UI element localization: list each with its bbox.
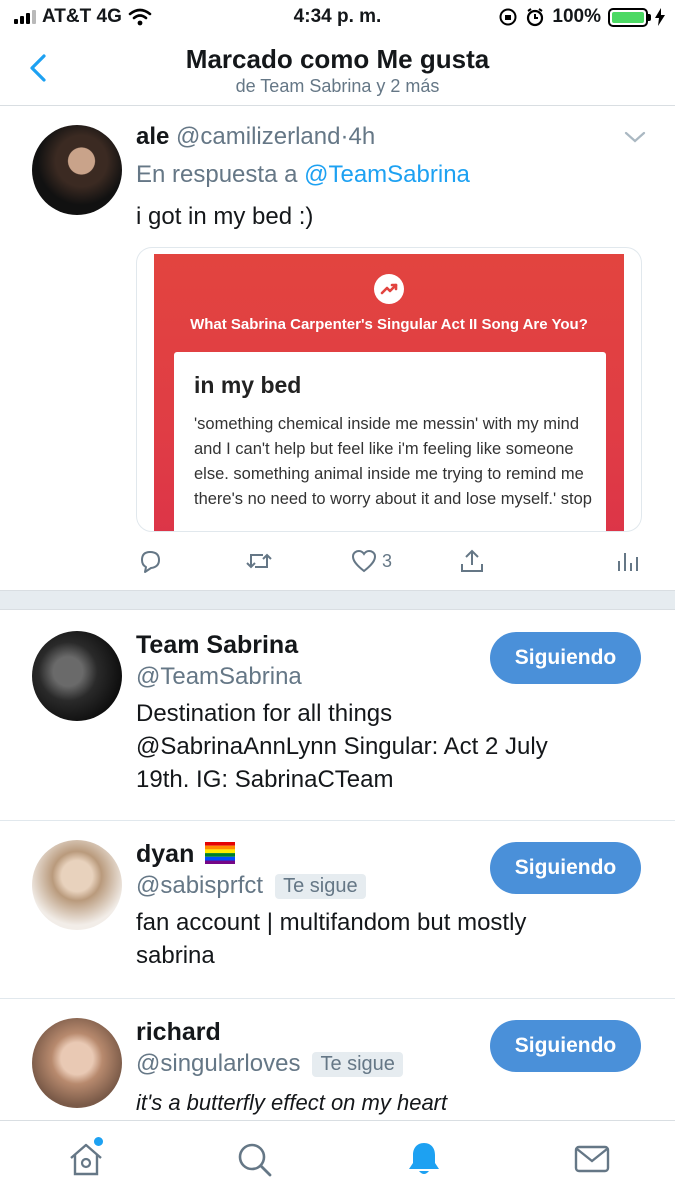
user-list-item[interactable]: Team Sabrina @TeamSabrina Destination fo… [0,611,675,821]
user-handle: @TeamSabrina [136,663,302,690]
following-button[interactable]: Siguiendo [490,632,641,684]
bio-line: 19th. IG: SabrinaCTeam [136,766,394,793]
like-count: 3 [382,550,393,571]
tweet-text: i got in my bed :) [136,203,314,230]
user-handle-line: @singularloves Te sigue [136,1050,403,1078]
tab-bar [0,1120,675,1200]
page-subtitle: de Team Sabrina y 2 más [235,76,440,96]
user-name-text: dyan [136,840,195,868]
tab-notifications[interactable] [404,1139,444,1179]
tweet-author-handle: @camilizerland [176,123,341,150]
retweet-icon [246,553,272,569]
section-divider [0,590,675,610]
user-list-item[interactable]: dyan @sabisprfct Te sigue fan account | … [0,822,675,999]
user-handle: @singularloves [136,1050,301,1077]
following-button[interactable]: Siguiendo [490,842,641,894]
battery-percent: 100% [552,6,601,27]
user-bio: it's a butterfly effect on my heart [136,1086,606,1119]
share-button[interactable] [458,543,486,579]
reply-handle-link[interactable]: @TeamSabrina [304,161,470,188]
tweet-media-card[interactable]: What Sabrina Carpenter's Singular Act II… [136,247,642,532]
quiz-image: What Sabrina Carpenter's Singular Act II… [154,254,624,531]
bio-line: it's a butterfly effect on my heart [136,1090,448,1115]
bio-line: Destination for all things [136,700,393,727]
user-list-item[interactable]: richard @singularloves Te sigue it's a b… [0,1000,675,1120]
analytics-icon [618,553,638,571]
user-name[interactable]: Team Sabrina [136,631,298,660]
status-right: 100% [498,6,665,28]
following-button[interactable]: Siguiendo [490,1020,641,1072]
chevron-down-icon[interactable] [623,129,647,145]
quiz-result-title: in my bed [194,372,302,398]
orientation-lock-icon [499,8,517,26]
share-icon [461,549,483,572]
search-icon [238,1143,272,1177]
tweet-author-name[interactable]: ale [136,123,169,150]
avatar[interactable] [32,125,122,215]
quiz-heading: What Sabrina Carpenter's Singular Act II… [190,316,588,333]
charging-icon [655,8,665,26]
bio-line: fan account | multifandom but mostly [136,909,527,936]
reply-button[interactable] [136,543,164,579]
bell-icon [409,1143,439,1174]
user-bio: Destination for all things @SabrinaAnnLy… [136,697,606,796]
avatar[interactable] [32,631,122,721]
avatar[interactable] [32,840,122,930]
tweet-header: ale @camilizerland·4h [136,123,375,151]
bio-line: @SabrinaAnnLynn Singular: Act 2 July [136,733,548,760]
tweet-time: 4h [348,123,376,150]
user-handle: @sabisprfct [136,872,264,899]
user-name[interactable]: richard [136,1018,221,1047]
reply-prefix: En respuesta a [136,161,298,188]
alarm-icon [527,8,544,27]
mail-icon [574,1145,610,1173]
tweet-actions: 3 [0,543,675,579]
retweet-button[interactable] [244,543,274,579]
tab-search[interactable] [234,1139,274,1179]
tweet[interactable]: ale @camilizerland·4h En respuesta a @Te… [0,107,675,590]
tab-messages[interactable] [572,1139,612,1179]
rainbow-flag-icon [205,842,236,864]
user-bio: fan account | multifandom but mostly sab… [136,906,606,972]
follows-you-badge: Te sigue [275,873,366,899]
page-title: Marcado como Me gusta [185,44,490,74]
user-name[interactable]: dyan [136,840,236,869]
reply-context: En respuesta a @TeamSabrina [136,161,470,189]
bio-line: sabrina [136,942,215,969]
user-handle-line: @TeamSabrina [136,663,302,691]
user-handle-line: @sabisprfct Te sigue [136,872,366,900]
like-button[interactable]: 3 [350,543,392,579]
battery-icon [608,7,651,27]
avatar[interactable] [32,1018,122,1108]
nav-header: Marcado como Me gusta de Team Sabrina y … [0,36,675,106]
status-bar: AT&T 4G 4:34 p. m. 100% [0,0,675,36]
quiz-result-text: 'something chemical inside me messin' wi… [194,415,592,508]
new-content-dot [94,1137,103,1146]
tab-home[interactable] [66,1137,106,1179]
quiz-result-box: in my bed 'something chemical inside me … [174,352,606,531]
trending-logo-icon [374,274,404,304]
analytics-button[interactable] [614,543,640,579]
follows-you-badge: Te sigue [312,1051,403,1077]
reply-icon [141,551,160,573]
heart-icon [351,549,377,573]
